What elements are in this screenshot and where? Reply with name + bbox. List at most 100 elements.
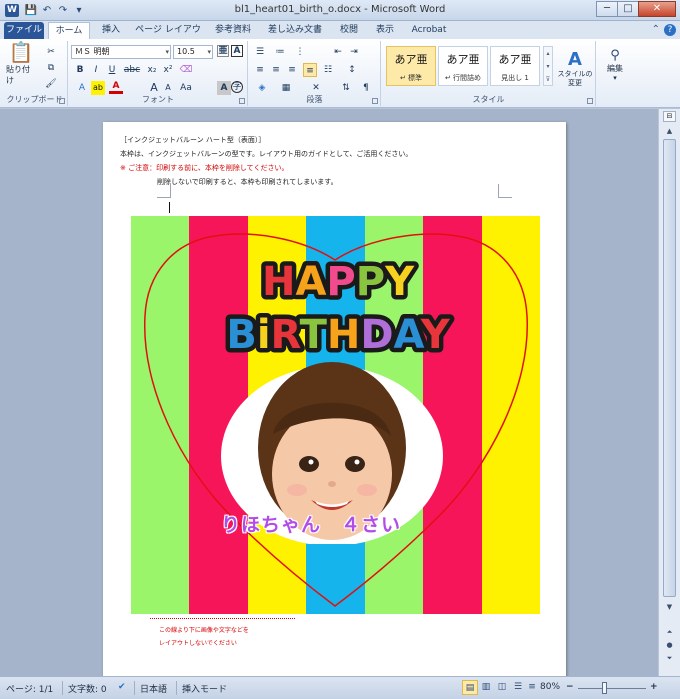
numbering-icon[interactable]: ≔	[273, 45, 287, 59]
change-styles-button[interactable]: A スタイルの 変更	[556, 43, 594, 93]
scroll-down-arrow[interactable]: ▼	[663, 601, 676, 613]
shading-icon[interactable]: ◈	[255, 81, 269, 95]
strikethrough-button[interactable]: abc	[123, 63, 141, 77]
asian-layout-icon[interactable]: ✕	[309, 81, 323, 95]
grow-font-button[interactable]: A	[147, 81, 161, 95]
layout-note-line-2: レイアウトしないでください	[159, 640, 237, 647]
style-no-spacing[interactable]: あア亜 ↵ 行間詰め	[438, 46, 488, 86]
clipboard-group-label: クリップボード	[6, 95, 63, 104]
child-name-age-text[interactable]: りほちゃん ４さい	[221, 510, 401, 537]
close-button[interactable]: ✕	[638, 1, 676, 17]
distributed-icon[interactable]: ☷	[321, 63, 335, 77]
zoom-slider-thumb[interactable]	[602, 682, 607, 694]
document-area[interactable]: ［インクジェットバルーン ハート型（表面）］ 本枠は、インクジェットバルーンの型…	[0, 109, 658, 682]
tab-page-layout[interactable]: ページ レイアウト	[132, 22, 204, 52]
layout-limit-line	[150, 618, 295, 619]
font-group: ＭＳ 明朝 ▾ 10.5 ▾ 亜 A B I U abc x₂ x² ⌫ A a…	[69, 41, 248, 106]
styles-dialog-launcher[interactable]: ↘	[587, 98, 593, 104]
tab-insert[interactable]: 挿入	[96, 22, 126, 39]
phonetic-guide-icon[interactable]: 亜	[217, 45, 229, 57]
crop-mark-left	[157, 184, 171, 198]
insert-mode[interactable]: 挿入モード	[182, 682, 227, 695]
align-right-icon[interactable]: ≡	[285, 63, 299, 77]
borders-icon[interactable]: ▦	[279, 81, 293, 95]
shrink-font-button[interactable]: A	[161, 81, 175, 95]
italic-button[interactable]: I	[89, 63, 103, 77]
highlight-button[interactable]: ab	[91, 81, 105, 95]
maximize-button[interactable]: □	[617, 1, 639, 17]
editing-button[interactable]: ⚲ 編集 ▾	[599, 43, 631, 87]
line-spacing-icon[interactable]: ↕	[345, 63, 359, 77]
multilevel-list-icon[interactable]: ⋮	[293, 45, 307, 59]
style-heading-1[interactable]: あア亜 見出し 1	[490, 46, 540, 86]
tab-view[interactable]: 表示	[370, 22, 400, 39]
cut-icon[interactable]: ✂	[44, 45, 58, 59]
bullets-icon[interactable]: ☰	[253, 45, 267, 59]
style-normal[interactable]: あア亜 ↵ 標準	[386, 46, 436, 86]
zoom-level[interactable]: 80%	[540, 682, 560, 692]
happy-birthday-title-art[interactable]: HAPPY HAPPY BiRTHDAY BiRTHDAY	[213, 250, 463, 361]
align-left-icon[interactable]: ≡	[253, 63, 267, 77]
word-count[interactable]: 文字数: 0	[68, 682, 107, 695]
draft-view-icon[interactable]: ≡	[524, 680, 540, 695]
web-layout-view-icon[interactable]: ◫	[494, 680, 510, 695]
font-size-value: 10.5	[177, 47, 195, 56]
align-center-icon[interactable]: ≡	[269, 63, 283, 77]
crop-mark-right	[498, 184, 512, 198]
tab-file[interactable]: ファイル	[4, 22, 44, 39]
show-formatting-marks-icon[interactable]: ¶	[359, 81, 373, 95]
font-dialog-launcher[interactable]: ↘	[239, 98, 245, 104]
vertical-scrollbar[interactable]: ⊟ ▲ ▼ ⏶ ● ⏷	[658, 109, 680, 676]
copy-icon[interactable]: ⧉	[44, 61, 58, 75]
help-icon[interactable]: ?	[664, 24, 676, 36]
birthday-text: BiRTHDAY	[226, 312, 450, 358]
subscript-button[interactable]: x₂	[145, 63, 159, 77]
paragraph-dialog-launcher[interactable]: ↘	[372, 98, 378, 104]
bold-button[interactable]: B	[73, 63, 87, 77]
tab-review[interactable]: 校閲	[334, 22, 364, 39]
font-size-combo[interactable]: 10.5 ▾	[173, 45, 213, 59]
minimize-ribbon-icon[interactable]: ⌃	[652, 24, 660, 36]
zoom-slider-track[interactable]	[578, 688, 646, 689]
view-ruler-icon[interactable]: ⊟	[663, 111, 676, 122]
underline-button[interactable]: U	[105, 63, 119, 77]
minimize-button[interactable]: ─	[596, 1, 618, 17]
style-sample: あア亜	[394, 53, 428, 66]
decrease-indent-icon[interactable]: ⇤	[331, 45, 345, 59]
language[interactable]: 日本語	[140, 682, 167, 695]
select-browse-object-icon[interactable]: ●	[663, 640, 676, 651]
styles-gallery-scroll[interactable]: ▴ ▾ ⊽	[543, 46, 553, 86]
justify-icon[interactable]: ≡	[303, 63, 317, 77]
font-name-combo[interactable]: ＭＳ 明朝 ▾	[71, 45, 171, 59]
previous-page-icon[interactable]: ⏶	[663, 627, 676, 638]
character-shading-icon[interactable]: A	[217, 81, 231, 95]
full-screen-reading-view-icon[interactable]: ▥	[478, 680, 494, 695]
enclose-characters-icon[interactable]: 字	[231, 81, 243, 93]
tab-references[interactable]: 参考資料	[210, 22, 256, 39]
clear-formatting-icon[interactable]: ⌫	[179, 63, 193, 77]
tab-mailings[interactable]: 差し込み文書	[262, 22, 328, 39]
ribbon-tabs: ファイル ホーム 挿入 ページ レイアウト 参考資料 差し込み文書 校閲 表示 …	[0, 21, 680, 52]
page-count[interactable]: ページ: 1/1	[6, 682, 53, 695]
next-page-icon[interactable]: ⏷	[663, 653, 676, 664]
paragraph-group-label: 段落	[306, 95, 323, 104]
character-border-icon[interactable]: A	[231, 45, 243, 57]
tab-home[interactable]: ホーム	[48, 22, 90, 39]
zoom-in-button[interactable]: +	[650, 682, 658, 692]
text-effects-icon[interactable]: A	[75, 81, 89, 95]
scroll-up-arrow[interactable]: ▲	[663, 125, 676, 137]
zoom-out-button[interactable]: −	[566, 682, 574, 692]
font-color-button[interactable]: A	[109, 81, 123, 94]
proofing-icon[interactable]: ✔	[118, 682, 126, 692]
tab-acrobat[interactable]: Acrobat	[406, 22, 452, 39]
change-case-icon[interactable]: Aa	[179, 81, 193, 95]
increase-indent-icon[interactable]: ⇥	[347, 45, 361, 59]
paste-button[interactable]: 📋 貼り付け	[6, 40, 36, 85]
document-page[interactable]: ［インクジェットバルーン ハート型（表面）］ 本枠は、インクジェットバルーンの型…	[103, 122, 566, 682]
print-layout-view-icon[interactable]: ▤	[462, 680, 478, 695]
sort-icon[interactable]: ⇅	[339, 81, 353, 95]
format-painter-icon[interactable]: 🖌	[44, 77, 58, 91]
clipboard-dialog-launcher[interactable]: ↘	[59, 98, 65, 104]
superscript-button[interactable]: x²	[161, 63, 175, 77]
scroll-thumb[interactable]	[663, 139, 676, 597]
